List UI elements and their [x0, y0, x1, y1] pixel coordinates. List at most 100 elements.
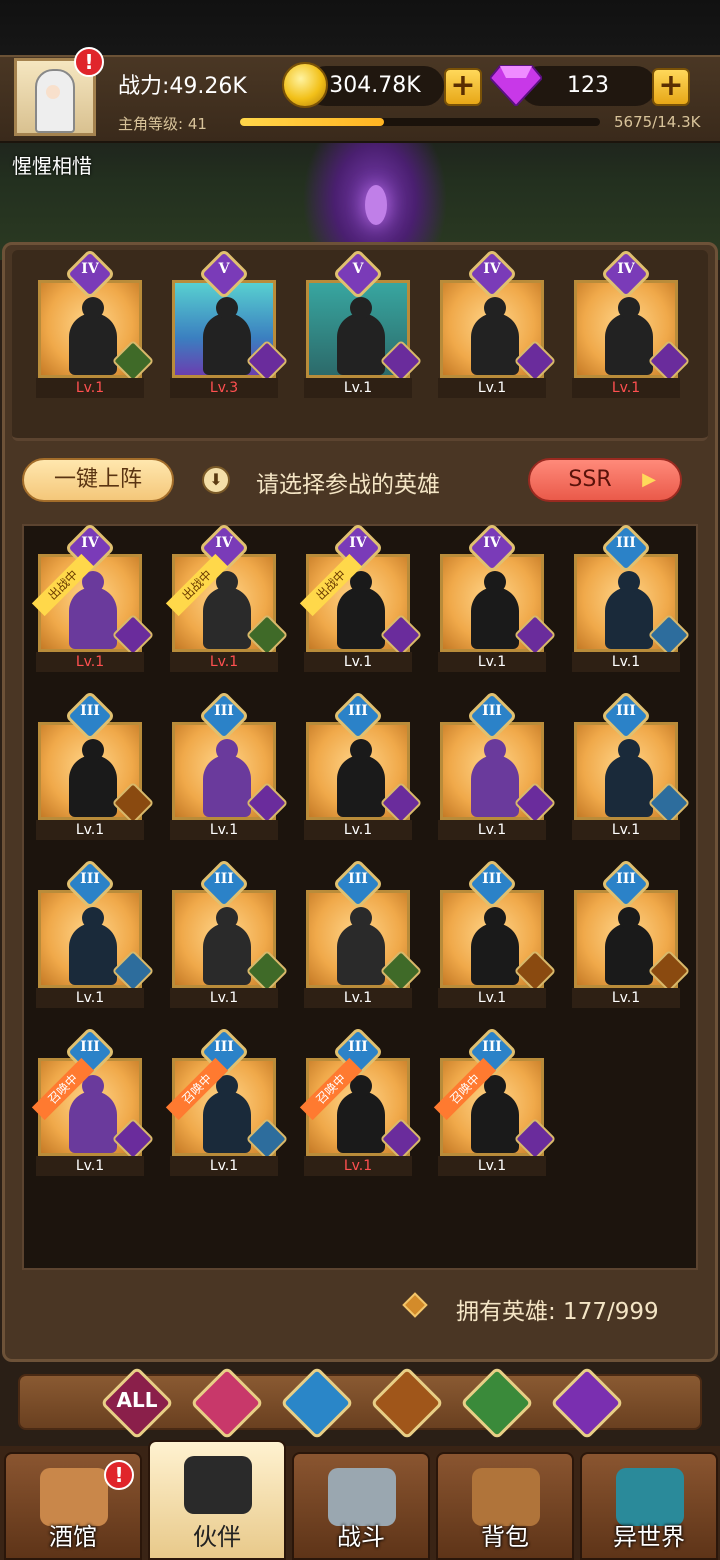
hero-figure: [605, 739, 653, 817]
roster-hero-card[interactable]: III Lv.1: [438, 858, 557, 1008]
add-gem-button[interactable]: +: [652, 68, 690, 106]
rank-badge: III: [64, 858, 116, 910]
rank-numeral: III: [482, 703, 502, 719]
rank-numeral: IV: [81, 261, 99, 277]
rank-numeral: III: [348, 871, 368, 887]
auto-deploy-button[interactable]: 一键上阵: [22, 458, 174, 502]
avatar-portrait: [35, 69, 75, 133]
roster-hero-card[interactable]: III Lv.1 召唤中: [165, 1026, 289, 1176]
rank-badge: III: [332, 690, 384, 742]
rank-badge: III: [198, 690, 250, 742]
lineup-slot-1[interactable]: IV Lv.1: [36, 248, 155, 398]
nav-tab-partner[interactable]: 伙伴: [148, 1440, 286, 1560]
lineup-slot-2[interactable]: V Lv.3: [170, 248, 289, 398]
rank-numeral: III: [80, 871, 100, 887]
nav-tab-label: 战斗: [337, 1523, 385, 1551]
hero-level: Lv.1: [36, 1156, 144, 1176]
rank-numeral: III: [616, 871, 636, 887]
hero-level: Lv.1: [36, 378, 144, 398]
gem-icon: [490, 65, 542, 106]
owned-heroes-count: 拥有英雄: 177/999: [456, 1299, 659, 1325]
rank-badge: IV: [466, 522, 518, 574]
hero-level: Lv.1: [438, 988, 546, 1008]
rank-badge: IV: [600, 248, 652, 300]
rank-numeral: III: [616, 535, 636, 551]
hero-figure: [203, 571, 251, 649]
hero-level: Lv.1: [304, 988, 412, 1008]
rank-badge: III: [600, 522, 652, 574]
nav-tab-battle[interactable]: 战斗: [292, 1452, 430, 1560]
ssr-filter-label: SSR: [568, 467, 612, 492]
roster-hero-card[interactable]: III Lv.1: [438, 690, 557, 840]
lineup-slot-5[interactable]: IV Lv.1: [572, 248, 691, 398]
tavern-alert-badge: !: [104, 1460, 134, 1490]
rank-numeral: IV: [617, 261, 635, 277]
exp-progress-fill: [240, 118, 384, 126]
hero-level: Lv.1: [36, 988, 144, 1008]
lineup-slot-4[interactable]: IV Lv.1: [438, 248, 557, 398]
hero-figure: [69, 907, 117, 985]
hero-figure: [337, 571, 385, 649]
rank-numeral: III: [80, 1039, 100, 1055]
roster-hero-card[interactable]: III Lv.1 召唤中: [299, 1026, 423, 1176]
add-gold-button[interactable]: +: [444, 68, 482, 106]
hero-figure: [605, 907, 653, 985]
hint-down-arrow-icon: ⬇: [202, 466, 230, 494]
rank-badge: III: [600, 858, 652, 910]
hero-figure: [471, 739, 519, 817]
roster-hero-card[interactable]: IV Lv.1 出战中: [299, 522, 423, 672]
nav-tab-portal[interactable]: 异世界: [580, 1452, 718, 1560]
hero-level: Lv.1: [170, 652, 278, 672]
hero-level: Lv.1: [170, 988, 278, 1008]
roster-hero-card[interactable]: III Lv.1: [304, 858, 423, 1008]
rank-badge: V: [198, 248, 250, 300]
roster-hero-card[interactable]: III Lv.1: [304, 690, 423, 840]
filter-blue-faction[interactable]: [280, 1366, 354, 1440]
filter-label: ALL: [116, 1388, 158, 1412]
nav-tab-label: 伙伴: [193, 1523, 241, 1551]
roster-hero-card[interactable]: III Lv.1 召唤中: [31, 1026, 155, 1176]
roster-hero-card[interactable]: III Lv.1: [170, 690, 289, 840]
roster-hero-card[interactable]: IV Lv.1: [438, 522, 557, 672]
roster-hero-card[interactable]: III Lv.1: [170, 858, 289, 1008]
roster-hero-card[interactable]: III Lv.1 召唤中: [433, 1026, 557, 1176]
filter-helm-faction[interactable]: [190, 1366, 264, 1440]
roster-hero-card[interactable]: III Lv.1: [572, 858, 691, 1008]
roster-hero-card[interactable]: IV Lv.1 出战中: [31, 522, 155, 672]
exp-progress-bar: [240, 118, 600, 126]
avatar-alert-badge: !: [74, 47, 104, 77]
lineup-slot-3[interactable]: V Lv.1: [304, 248, 423, 398]
hero-level: Lv.1: [438, 820, 546, 840]
rank-numeral: III: [482, 871, 502, 887]
hero-figure: [203, 739, 251, 817]
roster-hero-card[interactable]: III Lv.1: [572, 690, 691, 840]
rank-numeral: III: [348, 703, 368, 719]
hero-level: Lv.1: [438, 1156, 546, 1176]
rank-numeral: V: [352, 261, 364, 277]
rank-badge: III: [198, 858, 250, 910]
hero-figure: [471, 571, 519, 649]
hero-level: Lv.1: [36, 652, 144, 672]
filter-demon-faction[interactable]: [550, 1366, 624, 1440]
hero-level: Lv.1: [304, 820, 412, 840]
hero-figure: [337, 297, 385, 375]
filter-elf-faction[interactable]: [460, 1366, 534, 1440]
rank-badge: III: [64, 690, 116, 742]
hero-figure: [203, 297, 251, 375]
rank-numeral: III: [80, 703, 100, 719]
roster-hero-card[interactable]: III Lv.1: [36, 858, 155, 1008]
filter-all[interactable]: ALL: [100, 1366, 174, 1440]
rank-badge: V: [332, 248, 384, 300]
rank-numeral: V: [218, 261, 230, 277]
rank-numeral: III: [214, 703, 234, 719]
hero-level: Lv.1: [572, 652, 680, 672]
roster-hero-card[interactable]: III Lv.1: [572, 522, 691, 672]
filter-lion-faction[interactable]: [370, 1366, 444, 1440]
ssr-filter-button[interactable]: SSR ▶: [528, 458, 682, 502]
rank-badge: IV: [64, 248, 116, 300]
roster-hero-card[interactable]: III Lv.1: [36, 690, 155, 840]
rank-badge: III: [332, 858, 384, 910]
nav-tab-bag[interactable]: 背包: [436, 1452, 574, 1560]
roster-hero-card[interactable]: IV Lv.1 出战中: [165, 522, 289, 672]
hero-level: Lv.1: [304, 378, 412, 398]
